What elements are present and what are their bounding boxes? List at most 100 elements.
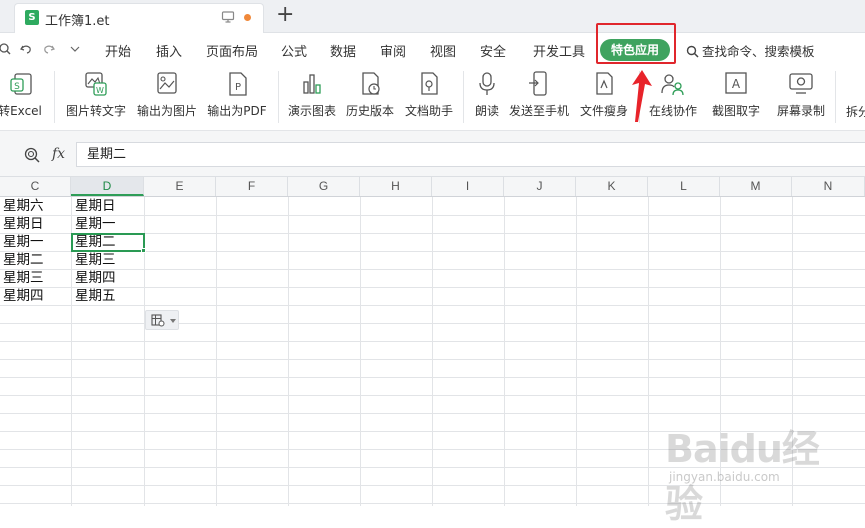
ribbon-label: 屏幕录制 xyxy=(776,104,825,118)
history-version-icon xyxy=(362,72,380,95)
chevron-down-icon[interactable] xyxy=(70,45,80,53)
ribbon-separator xyxy=(278,71,279,123)
ribbon-label: 输出为PDF xyxy=(207,104,267,118)
unsaved-indicator xyxy=(244,14,251,21)
svg-text:P: P xyxy=(235,82,241,93)
ribbon-image-to-text-button[interactable]: W 图片转文字 xyxy=(62,69,130,119)
ribbon-label: 文档助手 xyxy=(404,104,453,118)
ribbon-demo-chart-button[interactable]: 演示图表 xyxy=(285,69,339,119)
menu-bar: 开始 插入 页面布局 公式 数据 审阅 视图 安全 开发工具 特色应用 查找命令… xyxy=(0,33,865,65)
menu-home[interactable]: 开始 xyxy=(105,41,131,60)
cell-d6[interactable]: 星期五 xyxy=(72,287,116,305)
cell-d4[interactable]: 星期三 xyxy=(72,251,116,269)
highlight-box xyxy=(596,23,676,64)
microphone-icon xyxy=(479,72,495,95)
export-pdf-icon: P xyxy=(229,72,247,96)
autofill-options-button[interactable] xyxy=(145,310,179,330)
column-header-c[interactable]: C xyxy=(0,177,71,196)
menu-formula[interactable]: 公式 xyxy=(281,41,307,60)
ribbon-document-assistant-button[interactable]: 文档助手 xyxy=(402,69,456,119)
grid-line xyxy=(360,197,361,506)
monitor-icon[interactable] xyxy=(221,10,235,24)
cell-d2[interactable]: 星期一 xyxy=(72,215,116,233)
cell-c2[interactable]: 星期日 xyxy=(0,215,44,233)
cell-c6[interactable]: 星期四 xyxy=(0,287,44,305)
zoom-icon[interactable] xyxy=(24,147,40,163)
image-to-text-icon: W xyxy=(85,72,107,96)
ribbon-label: 历史版本 xyxy=(345,104,394,118)
ribbon-file-slim-button[interactable]: 文件瘦身 xyxy=(577,69,631,119)
grid-line xyxy=(0,215,865,216)
column-header-l[interactable]: L xyxy=(648,177,720,196)
cell-c1[interactable]: 星期六 xyxy=(0,197,44,215)
title-bar: S 工作簿1.et + xyxy=(0,0,865,33)
column-header-k[interactable]: K xyxy=(576,177,648,196)
screen-record-icon xyxy=(789,73,813,94)
document-tab[interactable]: S 工作簿1.et xyxy=(14,3,264,33)
chevron-down-icon xyxy=(170,319,176,323)
menu-security[interactable]: 安全 xyxy=(480,41,506,60)
ribbon-label: 截图取字 xyxy=(711,104,760,118)
ribbon-split-button[interactable]: 拆分 xyxy=(843,103,865,120)
ribbon-label: 演示图表 xyxy=(287,104,336,118)
ribbon-screenshot-text-button[interactable]: A 截图取字 xyxy=(705,69,767,119)
menu-developer-tools[interactable]: 开发工具 xyxy=(533,41,585,60)
grid-line xyxy=(288,197,289,506)
grid-line xyxy=(0,377,865,378)
redo-icon[interactable] xyxy=(42,42,56,56)
search-icon xyxy=(686,45,699,58)
screenshot-text-icon: A xyxy=(725,72,747,94)
ribbon-label: 输出为图片 xyxy=(136,104,197,118)
ribbon-convert-excel-button[interactable]: S 转Excel xyxy=(0,69,48,119)
formula-input[interactable]: 星期二 xyxy=(76,142,865,167)
command-search[interactable]: 查找命令、搜索模板 xyxy=(686,41,815,60)
ribbon-send-to-phone-button[interactable]: 发送至手机 xyxy=(507,69,571,119)
fill-handle[interactable] xyxy=(141,248,146,253)
spreadsheet-icon: S xyxy=(25,10,39,25)
cell-d1[interactable]: 星期日 xyxy=(72,197,116,215)
ribbon-export-pdf-button[interactable]: P 输出为PDF xyxy=(205,69,269,119)
new-tab-button[interactable]: + xyxy=(276,2,294,28)
menu-view[interactable]: 视图 xyxy=(430,41,456,60)
svg-text:S: S xyxy=(14,82,20,92)
column-header-h[interactable]: H xyxy=(360,177,432,196)
convert-excel-icon: S xyxy=(10,73,32,95)
menu-review[interactable]: 审阅 xyxy=(380,41,406,60)
menu-data[interactable]: 数据 xyxy=(330,41,356,60)
formula-bar: fx 星期二 xyxy=(0,131,865,177)
menu-insert[interactable]: 插入 xyxy=(156,41,182,60)
baidu-watermark: Baidu经验 jingyan.baidu.com xyxy=(665,410,845,526)
cell-c3[interactable]: 星期一 xyxy=(0,233,44,251)
command-search-label: 查找命令、搜索模板 xyxy=(702,44,815,59)
export-image-icon xyxy=(157,72,177,94)
ribbon-label: 拆分 xyxy=(845,105,865,119)
online-collab-icon xyxy=(661,74,684,96)
column-header-j[interactable]: J xyxy=(504,177,576,196)
ribbon-label: 图片转文字 xyxy=(65,104,126,118)
column-header-e[interactable]: E xyxy=(144,177,216,196)
column-header-f[interactable]: F xyxy=(216,177,288,196)
ribbon-export-image-button[interactable]: 输出为图片 xyxy=(135,69,199,119)
print-preview-icon[interactable] xyxy=(0,42,12,56)
ribbon-read-aloud-button[interactable]: 朗读 xyxy=(470,69,504,119)
column-header-i[interactable]: I xyxy=(432,177,504,196)
column-header-d[interactable]: D xyxy=(71,177,144,196)
ribbon-history-version-button[interactable]: 历史版本 xyxy=(343,69,397,119)
ribbon-label: 发送至手机 xyxy=(508,104,569,118)
cell-c4[interactable]: 星期二 xyxy=(0,251,44,269)
cell-c5[interactable]: 星期三 xyxy=(0,269,44,287)
column-header-n[interactable]: N xyxy=(792,177,865,196)
grid-line xyxy=(504,197,505,506)
ribbon-screen-record-button[interactable]: 屏幕录制 xyxy=(773,69,829,119)
column-header-g[interactable]: G xyxy=(288,177,360,196)
red-arrow-annotation xyxy=(632,70,652,122)
column-header-m[interactable]: M xyxy=(720,177,792,196)
menu-page-layout[interactable]: 页面布局 xyxy=(206,41,258,60)
undo-icon[interactable] xyxy=(19,42,33,56)
ribbon-online-collab-button[interactable]: 在线协作 xyxy=(646,69,700,119)
watermark-url: jingyan.baidu.com xyxy=(669,470,780,484)
fx-icon[interactable]: fx xyxy=(52,146,65,162)
document-title: 工作簿1.et xyxy=(45,14,110,29)
grid-line xyxy=(648,197,649,506)
cell-d5[interactable]: 星期四 xyxy=(72,269,116,287)
